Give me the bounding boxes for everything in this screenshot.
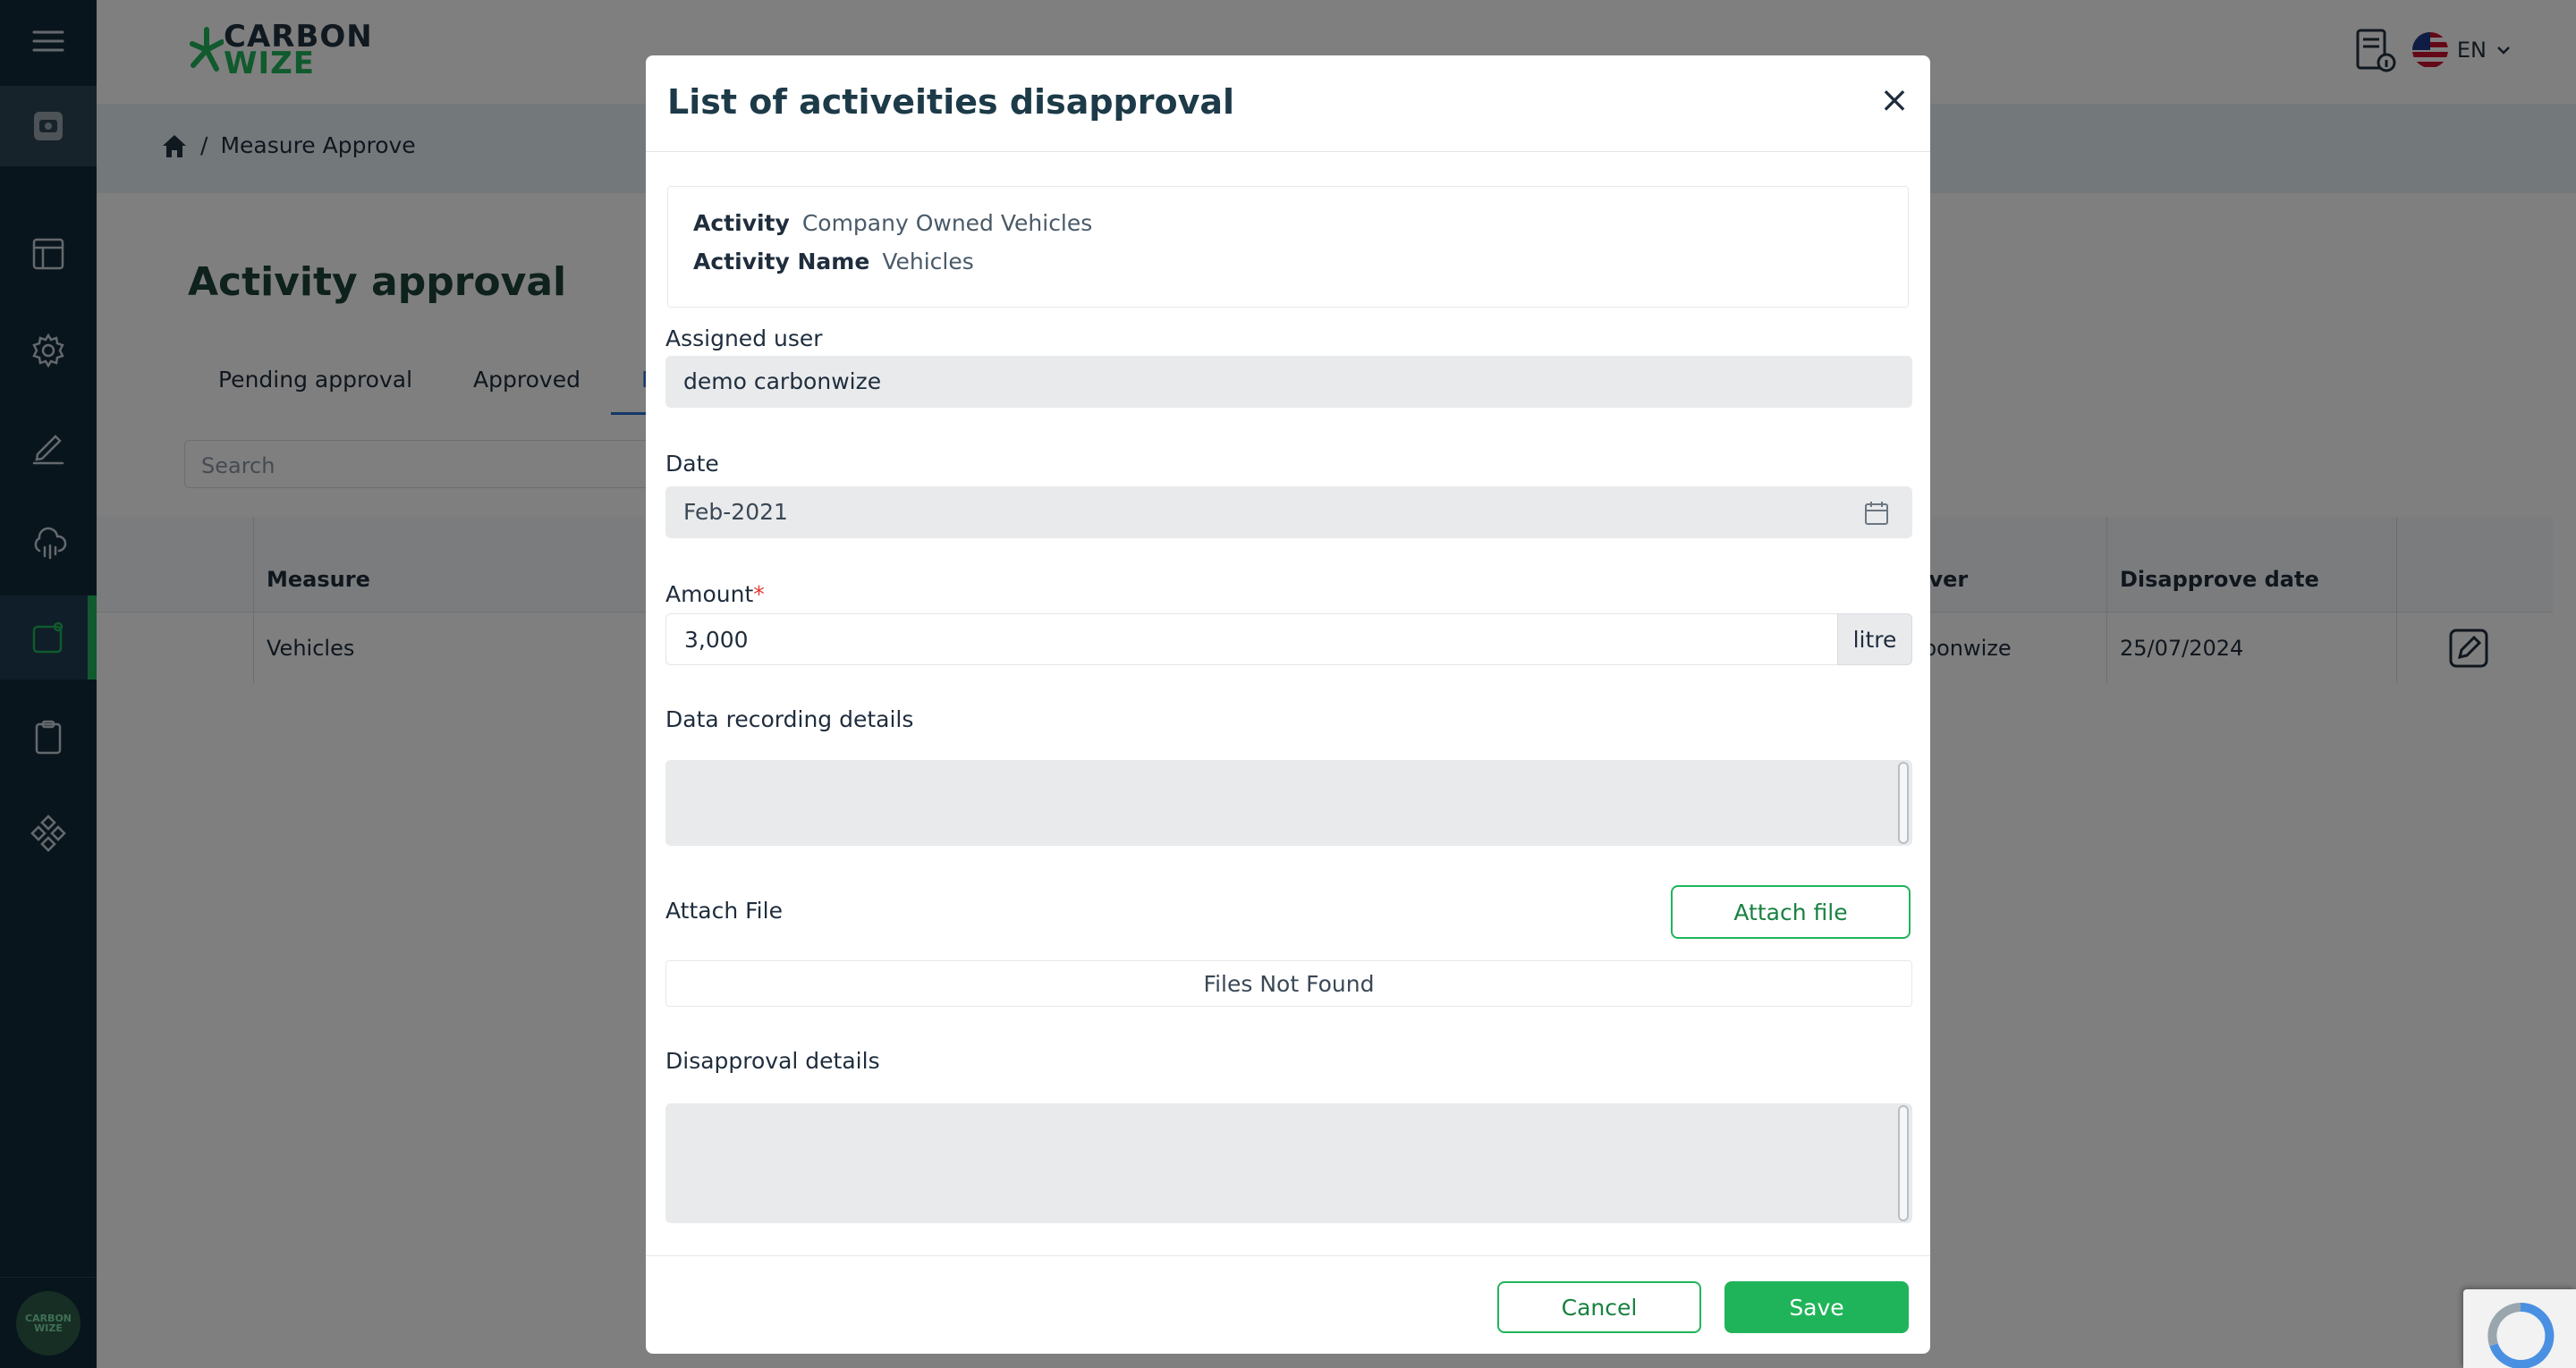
recaptcha-icon <box>2487 1302 2555 1368</box>
amount-label: Amount* <box>665 581 765 607</box>
attach-file-label: Attach File <box>665 898 783 924</box>
attach-file-button[interactable]: Attach file <box>1671 885 1911 939</box>
disapproval-details-textarea[interactable] <box>665 1103 1912 1223</box>
activity-value: Company Owned Vehicles <box>801 210 1093 236</box>
modal-footer: Cancel Save <box>646 1255 1930 1354</box>
textarea-scrollbar[interactable] <box>1898 762 1909 844</box>
amount-label-text: Amount <box>665 581 754 607</box>
data-recording-textarea[interactable] <box>665 760 1912 846</box>
recaptcha-badge[interactable] <box>2463 1289 2576 1368</box>
disapproval-modal: List of activeities disapproval × Activi… <box>646 55 1930 1354</box>
activity-name-value: Vehicles <box>882 249 974 274</box>
calendar-icon[interactable] <box>1864 501 1889 526</box>
required-marker: * <box>753 581 765 607</box>
date-label: Date <box>665 451 719 477</box>
data-recording-label: Data recording details <box>665 706 914 732</box>
files-empty-text: Files Not Found <box>1203 970 1375 997</box>
amount-unit: litre <box>1837 613 1912 665</box>
save-button[interactable]: Save <box>1724 1281 1909 1333</box>
assigned-user-label: Assigned user <box>665 325 823 351</box>
amount-input[interactable]: 3,000 <box>665 613 1837 665</box>
activity-label: Activity <box>693 210 790 236</box>
amount-input-group: 3,000 litre <box>665 613 1912 665</box>
disapproval-details-label: Disapproval details <box>665 1048 880 1074</box>
date-value: Feb-2021 <box>683 499 788 525</box>
assigned-user-field[interactable]: demo carbonwize <box>665 356 1912 408</box>
close-icon[interactable]: × <box>1875 80 1914 120</box>
files-list: Files Not Found <box>665 960 1912 1007</box>
modal-header: List of activeities disapproval × <box>646 55 1930 152</box>
activity-name-label: Activity Name <box>693 249 870 274</box>
cancel-button[interactable]: Cancel <box>1497 1281 1701 1333</box>
modal-title: List of activeities disapproval <box>667 82 1235 122</box>
textarea-scrollbar[interactable] <box>1898 1105 1909 1221</box>
activity-row: Activity Company Owned Vehicles <box>693 210 1883 236</box>
activity-info: Activity Company Owned Vehicles Activity… <box>667 186 1909 308</box>
date-field[interactable]: Feb-2021 <box>665 486 1912 538</box>
activity-name-row: Activity Name Vehicles <box>693 249 1883 274</box>
